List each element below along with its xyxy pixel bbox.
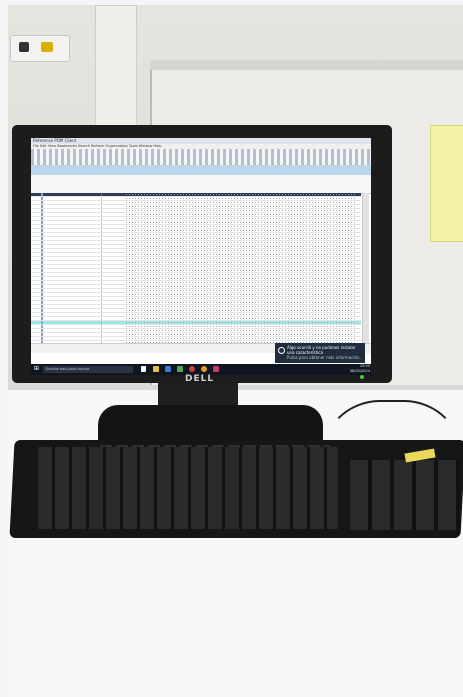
toast-title: Algo ocurrió y no pudimos instalar una c…: [287, 345, 356, 355]
notification-icon: [278, 347, 285, 354]
keyboard-numpad: [350, 460, 460, 530]
power-indicator: [360, 375, 364, 379]
chrome-icon[interactable]: [201, 366, 207, 372]
folder-icon[interactable]: [153, 366, 159, 372]
browser-icon[interactable]: [165, 366, 171, 372]
plug: [19, 42, 29, 52]
app-icon[interactable]: [177, 366, 183, 372]
search-strip: [31, 175, 371, 194]
notification-toast[interactable]: Algo ocurrió y no pudimos instalar una c…: [275, 343, 365, 363]
toast-body: Pulsa para obtener más información.: [287, 355, 361, 360]
mail-icon[interactable]: [189, 366, 195, 372]
wall-conduit: [95, 5, 137, 127]
monitor-stand-base: [98, 405, 323, 443]
plug-yellow: [41, 42, 53, 52]
power-outlet: [10, 35, 70, 62]
keyboard-main-keys: [38, 447, 338, 529]
monitor-screen: Reference PDM Client File Edit View Book…: [31, 138, 371, 375]
toolbar-band: [31, 165, 371, 175]
app-icon[interactable]: [213, 366, 219, 372]
toolbar[interactable]: [31, 149, 371, 165]
monitor-brand-logo: DELL: [185, 374, 215, 384]
taskbar-clock[interactable]: 10:55 08/03/2024: [336, 364, 370, 375]
vertical-scrollbar[interactable]: [362, 193, 369, 343]
sticky-note: [430, 125, 463, 242]
taskbar-search[interactable]: Escribe aquí para buscar: [43, 366, 133, 373]
results-table: [31, 193, 361, 343]
clock-date: 08/03/2024: [349, 369, 370, 373]
windows-start-icon[interactable]: ⊞: [34, 366, 40, 372]
taskview-icon[interactable]: [141, 366, 146, 372]
